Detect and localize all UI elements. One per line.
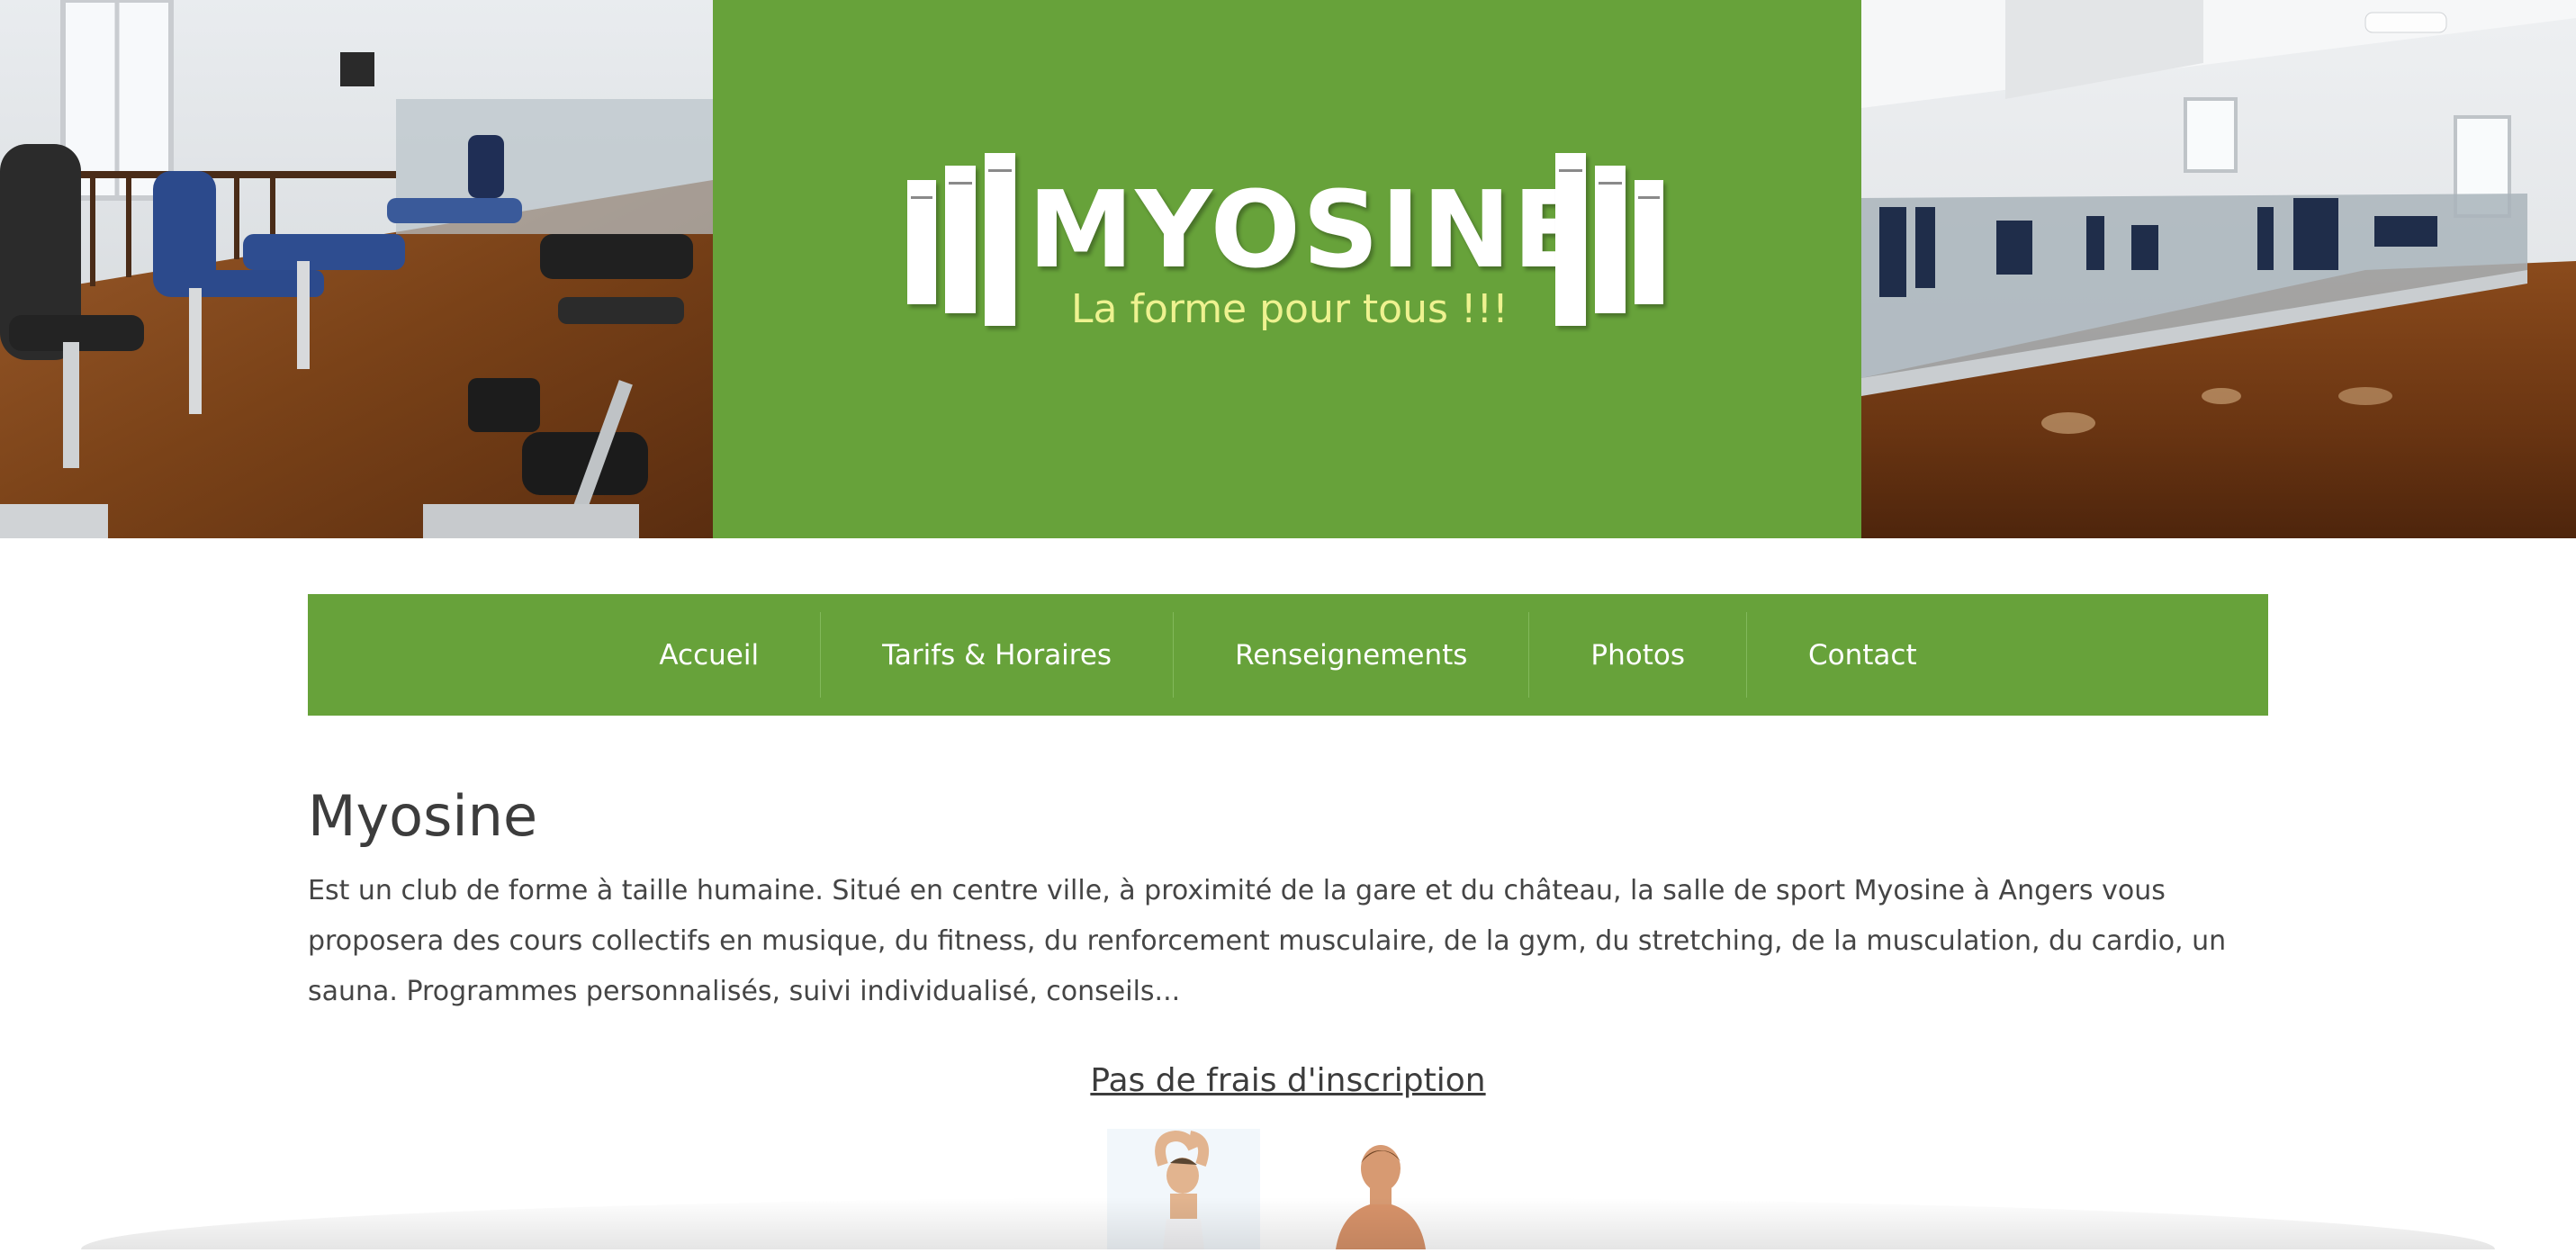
gym-machines-photo (0, 0, 713, 538)
logo-tagline: La forme pour tous !!! (1071, 286, 1509, 332)
intro-text: Est un club de forme à taille humaine. S… (308, 875, 2227, 1007)
logo-word: MYOSINE (1028, 167, 1588, 292)
gym-hall-photo (1861, 0, 2576, 538)
nav-accueil[interactable]: Accueil (598, 612, 820, 698)
promo-link[interactable]: Pas de frais d'inscription (0, 1062, 2576, 1099)
nav-contact[interactable]: Contact (1746, 612, 1978, 698)
people-fitness-photo (1100, 1129, 1478, 1249)
myosine-logo[interactable]: MYOSINE La forme pour tous !!! (900, 153, 1674, 351)
nav-photos[interactable]: Photos (1528, 612, 1746, 698)
nav-tarifs-horaires[interactable]: Tarifs & Horaires (820, 612, 1173, 698)
main-nav: Accueil Tarifs & Horaires Renseignements… (308, 594, 2268, 716)
nav-renseignements[interactable]: Renseignements (1173, 612, 1528, 698)
header-banner: MYOSINE La forme pour tous !!! (0, 0, 2576, 538)
page-title: Myosine (308, 783, 538, 849)
